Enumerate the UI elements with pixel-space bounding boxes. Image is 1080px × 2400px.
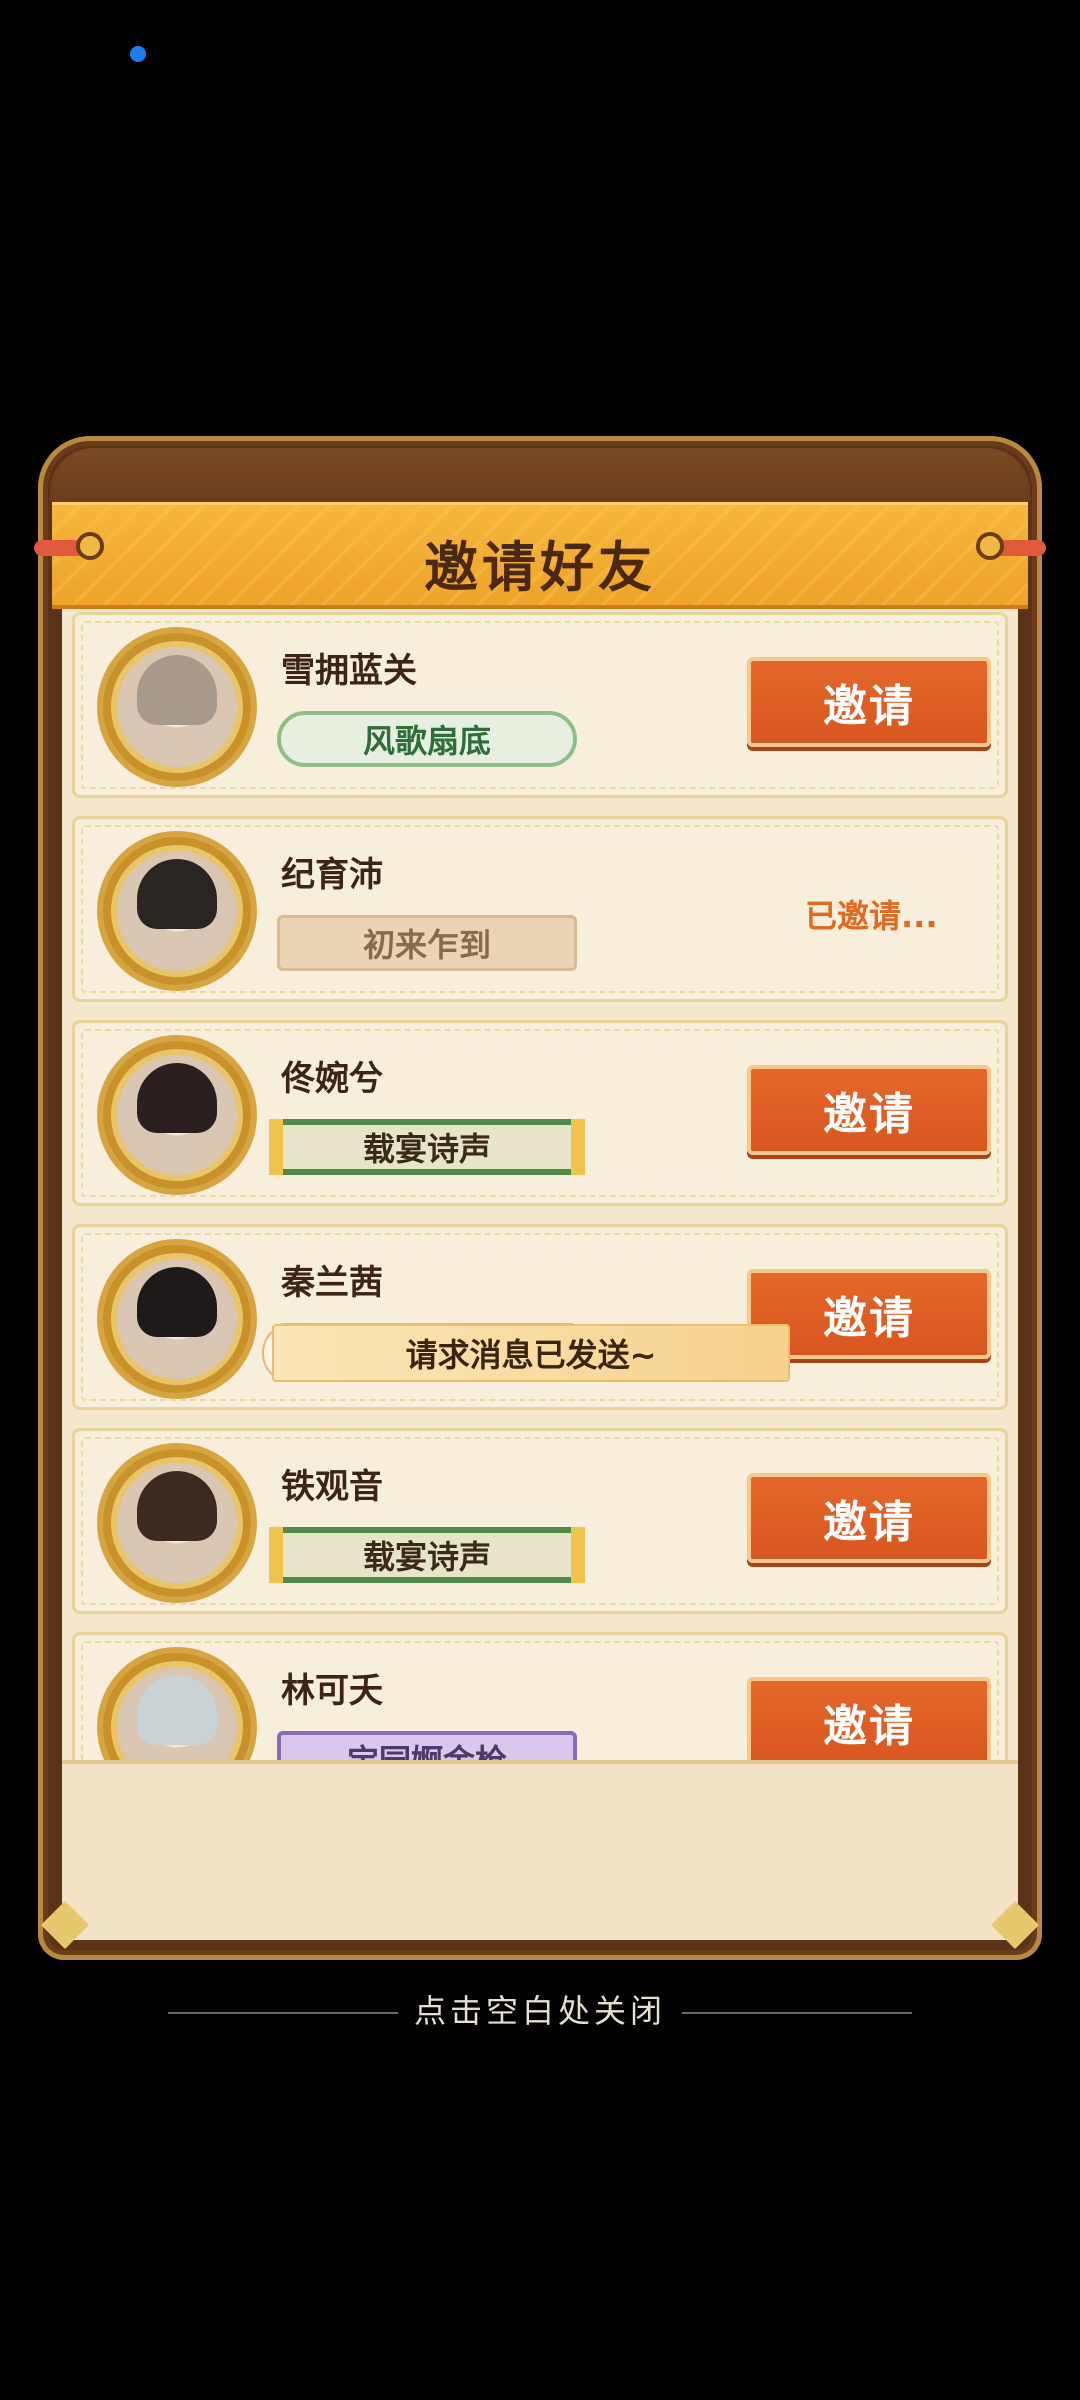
- close-hint[interactable]: 点击空白处关闭: [0, 1986, 1080, 2032]
- friend-row: 佟婉兮 载宴诗声 邀请: [72, 1020, 1008, 1206]
- friend-name: 林可夭: [281, 1671, 383, 1711]
- close-hint-text: 点击空白处关闭: [413, 1992, 666, 2030]
- friend-name: 秦兰茜: [281, 1263, 383, 1303]
- title-badge: 初来乍到: [277, 915, 577, 971]
- invite-button[interactable]: 邀请: [747, 1677, 991, 1760]
- dialog-footer: [62, 1760, 1018, 1940]
- invite-button[interactable]: 邀请: [747, 657, 991, 747]
- avatar: [103, 1653, 251, 1760]
- right-rod-ornament: [976, 532, 1046, 560]
- friend-list[interactable]: 雪拥蓝关 风歌扇底 邀请 纪育沛 初来乍到 已邀请... 佟婉兮 载宴诗声 邀请…: [72, 612, 1008, 1760]
- title-badge: 载宴诗声: [269, 1527, 585, 1583]
- invite-button[interactable]: 邀请: [747, 1473, 991, 1563]
- friend-row: 秦兰茜 财至 邀请: [72, 1224, 1008, 1410]
- avatar: [103, 1245, 251, 1393]
- friend-name: 纪育沛: [281, 855, 383, 895]
- toast-message: 请求消息已发送~: [272, 1324, 790, 1382]
- friend-name: 铁观音: [281, 1467, 383, 1507]
- invited-status: 已邀请...: [805, 897, 938, 935]
- status-indicator: [130, 46, 146, 62]
- friend-name: 佟婉兮: [281, 1059, 383, 1099]
- avatar: [103, 1041, 251, 1189]
- dialog-title-bar: 邀请好友: [52, 502, 1028, 609]
- dialog-top-frame: [50, 448, 1030, 502]
- friend-row: 纪育沛 初来乍到 已邀请...: [72, 816, 1008, 1002]
- divider: [167, 2012, 398, 2014]
- invite-button[interactable]: 邀请: [747, 1065, 991, 1155]
- avatar: [103, 837, 251, 985]
- title-badge: 宝园婀金枪: [277, 1731, 577, 1760]
- friend-row: 铁观音 载宴诗声 邀请: [72, 1428, 1008, 1614]
- dialog-title: 邀请好友: [424, 535, 656, 599]
- friend-row: 雪拥蓝关 风歌扇底 邀请: [72, 612, 1008, 798]
- left-rod-ornament: [34, 532, 104, 560]
- avatar: [103, 633, 251, 781]
- divider: [682, 2012, 912, 2014]
- friend-name: 雪拥蓝关: [281, 651, 417, 691]
- friend-row: 林可夭 宝园婀金枪 邀请: [72, 1632, 1008, 1760]
- title-badge: 载宴诗声: [269, 1119, 585, 1175]
- avatar: [103, 1449, 251, 1597]
- title-badge: 风歌扇底: [277, 711, 577, 767]
